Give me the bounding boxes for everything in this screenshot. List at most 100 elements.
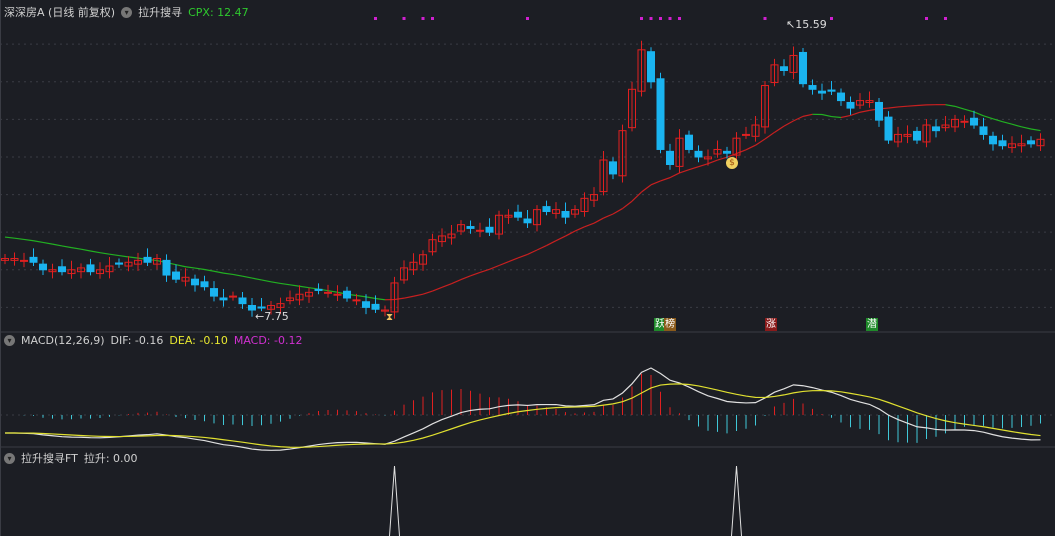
- ma-line-segment: [707, 159, 718, 165]
- ma-line-segment: [698, 163, 709, 168]
- ma-line-segment: [441, 283, 452, 288]
- ma-line-segment: [821, 113, 832, 118]
- stock-title: 深深房A (日线 前复权): [4, 6, 116, 19]
- ma-line-segment: [33, 240, 44, 244]
- candle-body: [466, 226, 475, 229]
- ma-line-segment: [973, 111, 984, 117]
- candle-body: [542, 206, 551, 213]
- ft-spike: [731, 465, 742, 536]
- ma-line-segment: [213, 270, 224, 274]
- signal-dot: [431, 17, 434, 20]
- candle-body: [989, 135, 997, 145]
- candle-body: [523, 218, 532, 224]
- ma-line-segment: [61, 245, 72, 249]
- ma-line-segment: [299, 285, 310, 289]
- ma-line-segment: [802, 113, 813, 117]
- candle-body: [200, 281, 209, 288]
- ma-line-segment: [755, 138, 766, 146]
- ma-line-segment: [223, 272, 234, 276]
- ma-line-segment: [688, 166, 699, 171]
- signal-dot: [668, 17, 672, 20]
- signal-dot: [763, 17, 767, 20]
- ma-line-segment: [460, 275, 471, 281]
- ma-line-segment: [793, 115, 804, 122]
- macd-title: MACD(12,26,9): [21, 334, 105, 347]
- ma-line-segment: [764, 131, 775, 140]
- ma-line-segment: [71, 247, 82, 250]
- candle-body: [514, 211, 522, 218]
- candle-body: [162, 259, 171, 276]
- signal-dot: [421, 17, 425, 20]
- ma-line-segment: [669, 172, 680, 179]
- ma-line-segment: [593, 217, 604, 224]
- ma-line-segment: [622, 200, 633, 210]
- candle-body: [609, 161, 617, 175]
- ma-line-segment: [631, 191, 642, 202]
- ma-line-segment: [118, 254, 129, 258]
- ma-line-segment: [4, 236, 15, 239]
- ma-line-segment: [517, 253, 528, 259]
- ma-line-segment: [289, 284, 300, 287]
- signal-dot: [402, 17, 406, 20]
- ma-line-segment: [983, 115, 994, 120]
- ma-line-segment: [365, 296, 376, 300]
- candle-body: [998, 140, 1007, 147]
- ma-line-segment: [954, 105, 965, 110]
- ma-line-segment: [584, 222, 595, 228]
- ft-title: 拉升搜寻FT: [21, 452, 78, 465]
- candle-body: [333, 293, 342, 296]
- ma-line-segment: [916, 104, 927, 107]
- ma-line-segment: [232, 273, 243, 277]
- candle-body: [837, 92, 845, 102]
- candle-body: [86, 264, 95, 273]
- candle-body: [314, 288, 323, 291]
- ma-line-segment: [1011, 123, 1022, 128]
- ma-line-segment: [204, 268, 215, 272]
- ma-line-segment: [394, 297, 405, 301]
- chevron-down-icon[interactable]: ▾: [4, 452, 15, 464]
- candle-body: [970, 117, 978, 126]
- ma-line-segment: [90, 250, 101, 254]
- candle-body: [20, 259, 28, 262]
- high-price-label: ↖15.59: [786, 18, 827, 31]
- dif-line: [5, 367, 1041, 451]
- candle-body: [1027, 140, 1035, 145]
- ft-header: ▾ 拉升搜寻FT 拉升: 0.00: [4, 450, 138, 466]
- chevron-down-icon[interactable]: ▾: [4, 335, 15, 346]
- candle-body: [780, 66, 788, 72]
- ma-line-segment: [432, 286, 443, 292]
- ma-line-segment: [489, 264, 500, 270]
- chevron-down-icon[interactable]: ▾: [121, 6, 133, 18]
- ma-line-segment: [774, 125, 785, 133]
- macd-dea: DEA: -0.10: [169, 334, 228, 347]
- cpx-label: CPX:: [188, 5, 214, 19]
- ft-value: 拉升: 0.00: [83, 452, 138, 465]
- ma-line-segment: [23, 238, 34, 242]
- candle-body: [932, 126, 940, 132]
- candle-body: [485, 226, 494, 233]
- ma-line-segment: [175, 264, 186, 268]
- candle-body: [666, 150, 674, 166]
- signal-label: 涨: [765, 318, 777, 331]
- candle-body: [799, 51, 807, 85]
- candle-body: [172, 271, 180, 280]
- ma-line-segment: [850, 111, 861, 117]
- stock-chart[interactable]: [0, 0, 1055, 536]
- candle-body: [352, 299, 361, 302]
- candle-body: [324, 291, 332, 294]
- candle-body: [39, 263, 47, 271]
- ma-line-segment: [109, 253, 120, 257]
- signal-dot: [649, 17, 653, 20]
- ma-line-segment: [964, 108, 975, 113]
- indicator-name[interactable]: 拉升搜寻: [138, 4, 182, 20]
- ma-line-segment: [1002, 121, 1013, 125]
- ma-line-segment: [185, 266, 196, 269]
- candle-body: [219, 297, 228, 301]
- hourglass-icon: ⧗: [386, 312, 394, 323]
- macd-value: MACD: -0.12: [233, 334, 303, 347]
- signal-dot: [659, 17, 662, 20]
- ma-line-segment: [194, 267, 205, 271]
- candle-body: [29, 256, 38, 263]
- ma-line-segment: [451, 279, 462, 285]
- ma-line-segment: [527, 249, 538, 255]
